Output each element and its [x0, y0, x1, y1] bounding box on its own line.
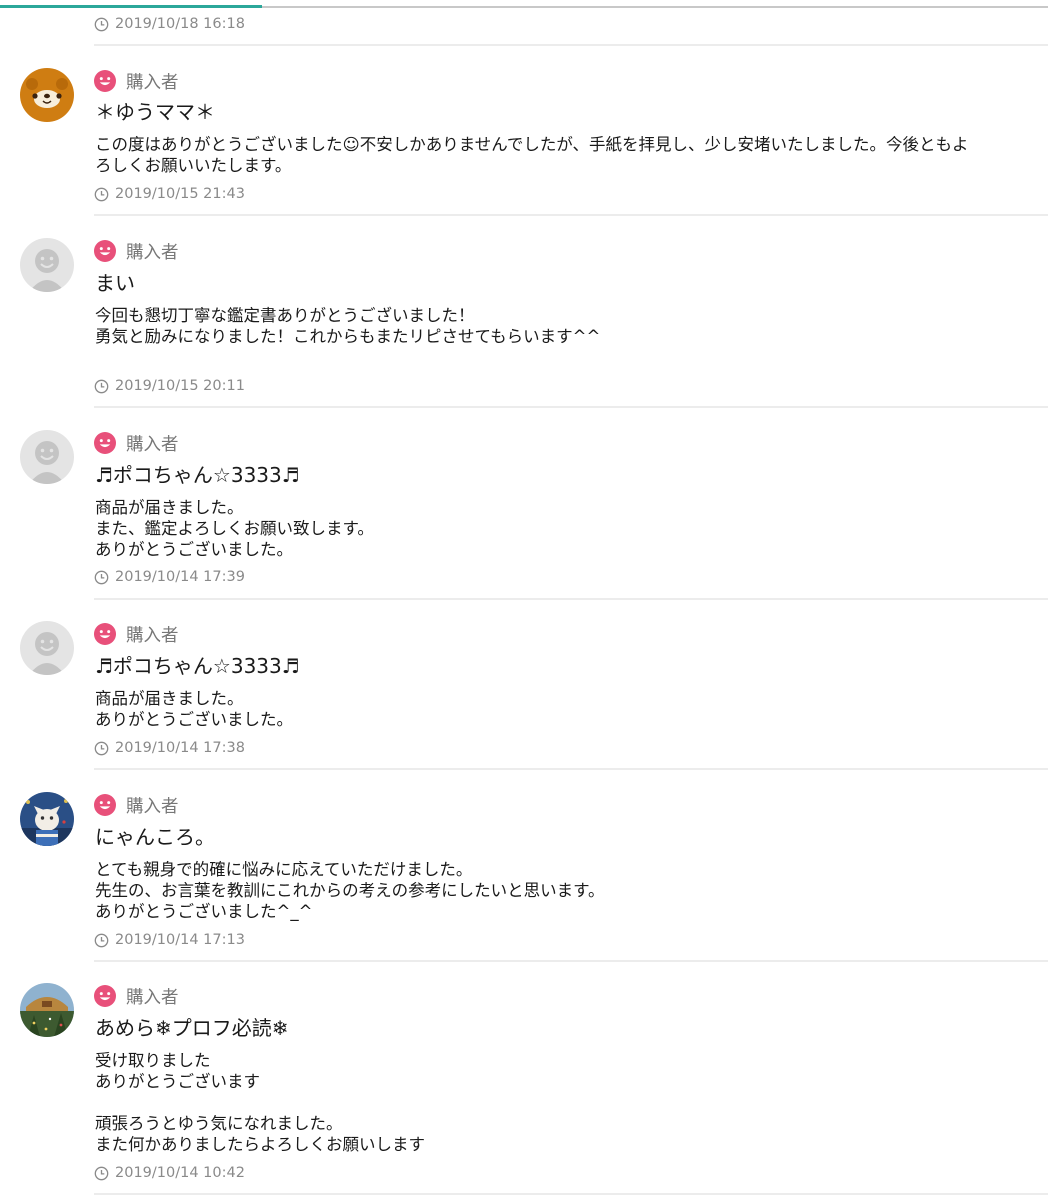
buyer-badge-label: 購入者: [126, 434, 179, 455]
buyer-badge: 購入者: [94, 621, 179, 647]
timestamp-text: 2019/10/14 10:42: [115, 1165, 245, 1181]
user-avatar-default[interactable]: [20, 238, 74, 292]
review-timestamp: 2019/10/15 21:43: [94, 184, 245, 204]
clock-icon: [94, 570, 109, 584]
review-body: 商品が届きました。 ありがとうございました。: [95, 689, 293, 729]
clock-icon: [94, 933, 109, 947]
buyer-badge-label: 購入者: [126, 72, 179, 93]
reviewer-name[interactable]: ＊ゆうママ＊: [95, 98, 215, 126]
review-divider: [94, 1193, 1048, 1195]
review-body: とても親身で的確に悩みに応えていただけました。 先生の、お言葉を教訓にこれからの…: [95, 860, 605, 921]
smiley-face-icon: [94, 985, 116, 1007]
review-timestamp: 2019/10/14 17:38: [94, 738, 245, 758]
timestamp-text: 2019/10/14 17:39: [115, 569, 245, 585]
review-body: 今回も懇切丁寧な鑑定書ありがとうございました！ 勇気と励みになりました！これから…: [95, 306, 601, 346]
scenery-photo-avatar: [20, 983, 74, 1037]
clock-icon: [94, 17, 109, 31]
buyer-badge-label: 購入者: [126, 796, 179, 817]
review-body: 商品が届きました。 また、鑑定よろしくお願い致します。 ありがとうございました。: [95, 498, 374, 559]
timestamp-text: 2019/10/15 21:43: [115, 186, 245, 202]
review-timestamp: 2019/10/15 20:11: [94, 376, 245, 396]
clock-icon: [94, 379, 109, 393]
review-timestamp: 2019/10/14 10:42: [94, 1163, 245, 1183]
user-avatar-scenery-photo[interactable]: [20, 983, 74, 1037]
review-divider: [94, 214, 1048, 216]
user-avatar-default[interactable]: [20, 430, 74, 484]
reviewer-name[interactable]: ♬ポコちゃん☆3333♬: [95, 461, 300, 489]
timestamp-text: 2019/10/18 16:18: [115, 16, 245, 32]
reviewer-name[interactable]: あめら❄プロフ必読❄: [95, 1014, 289, 1042]
review-timestamp: 2019/10/18 16:18: [94, 14, 245, 34]
review-body: 受け取りました ありがとうございます 頑張ろうとゆう気になれました。 また何かあ…: [95, 1051, 425, 1154]
review-divider: [94, 44, 1048, 46]
smiley-face-icon: [94, 240, 116, 262]
buyer-badge: 購入者: [94, 430, 179, 456]
timestamp-text: 2019/10/14 17:13: [115, 932, 245, 948]
review-divider: [94, 598, 1048, 600]
reviewer-name[interactable]: ♬ポコちゃん☆3333♬: [95, 652, 300, 680]
timestamp-text: 2019/10/15 20:11: [115, 378, 245, 394]
buyer-badge-label: 購入者: [126, 242, 179, 263]
review-timestamp: 2019/10/14 17:39: [94, 567, 245, 587]
progress-fill: [0, 5, 262, 8]
default-avatar: [20, 621, 74, 675]
review-divider: [94, 960, 1048, 962]
top-progress-bar: [0, 0, 1048, 8]
review-divider: [94, 406, 1048, 408]
buyer-badge-label: 購入者: [126, 987, 179, 1008]
buyer-badge-label: 購入者: [126, 625, 179, 646]
smiley-face-icon: [94, 432, 116, 454]
bear-avatar: [20, 68, 74, 122]
buyer-badge: 購入者: [94, 238, 179, 264]
buyer-badge: 購入者: [94, 68, 179, 94]
default-avatar: [20, 238, 74, 292]
clock-icon: [94, 1166, 109, 1180]
user-avatar-bear[interactable]: [20, 68, 74, 122]
review-timestamp: 2019/10/14 17:13: [94, 930, 245, 950]
review-divider: [94, 768, 1048, 770]
default-avatar: [20, 430, 74, 484]
smiley-face-icon: [94, 623, 116, 645]
review-body: この度はありがとうございました☺不安しかありませんでしたが、手紙を拝見し、少し安…: [95, 135, 969, 175]
reviewer-name[interactable]: まい: [95, 269, 135, 297]
smiley-face-icon: [94, 70, 116, 92]
clock-icon: [94, 187, 109, 201]
buyer-badge: 購入者: [94, 792, 179, 818]
buyer-badge: 購入者: [94, 983, 179, 1009]
reviewer-name[interactable]: にゃんころ。: [95, 823, 215, 851]
user-avatar-cat-photo[interactable]: [20, 792, 74, 846]
user-avatar-default[interactable]: [20, 621, 74, 675]
timestamp-text: 2019/10/14 17:38: [115, 740, 245, 756]
clock-icon: [94, 741, 109, 755]
smiley-face-icon: [94, 794, 116, 816]
cat-photo-avatar: [20, 792, 74, 846]
